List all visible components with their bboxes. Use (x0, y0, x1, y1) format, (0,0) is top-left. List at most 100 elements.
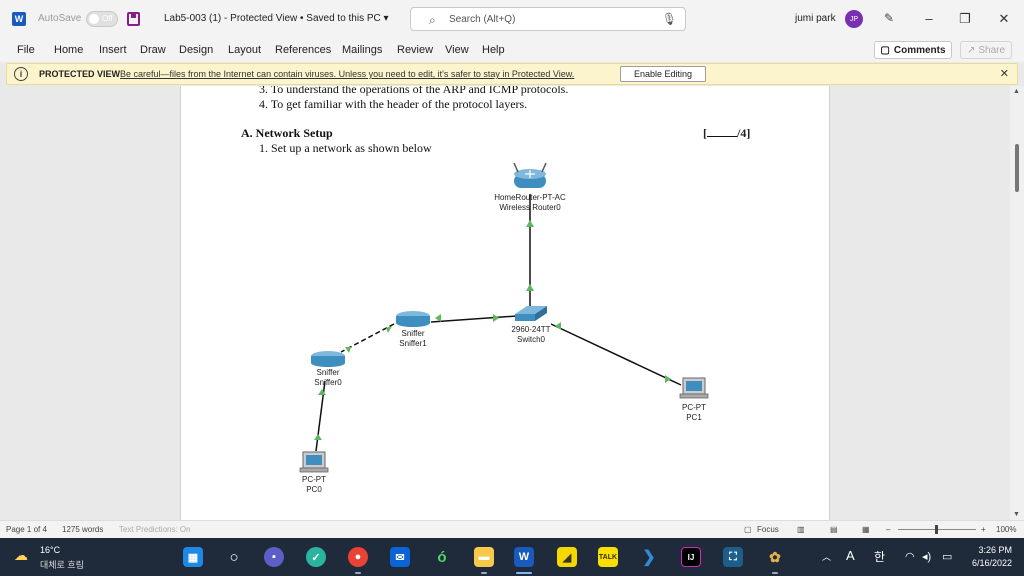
tray-chevron-icon[interactable]: ︿ (822, 550, 831, 563)
page-count[interactable]: Page 1 of 4 (6, 525, 47, 534)
router-icon[interactable] (513, 162, 547, 188)
zoom-out-icon[interactable]: – (886, 525, 890, 534)
app-icon[interactable]: ✓ (306, 547, 326, 567)
mail-icon[interactable]: ✉ (390, 547, 410, 567)
menu-review[interactable]: Review (397, 44, 433, 56)
search-taskbar-icon[interactable]: ○ (224, 547, 244, 567)
share-icon: ↗ (966, 44, 976, 56)
word-count[interactable]: 1275 words (62, 525, 103, 534)
running-indicator (772, 572, 778, 574)
taskbar: ☁ 16°C 대체로 흐림 ▦ ○ ▪ ✓ ● ✉ ó ▬ W ◢ TALK ❯… (0, 538, 1024, 576)
sticky-notes-icon[interactable]: ◢ (557, 547, 577, 567)
volume-icon[interactable]: ◂) (922, 550, 931, 563)
port-indicator (386, 326, 392, 333)
app-green-icon[interactable]: ó (432, 547, 452, 567)
weather-condition[interactable]: 대체로 흐림 (40, 558, 84, 571)
active-indicator (516, 572, 532, 574)
sniffer0-name-label: Sniffer0 (314, 378, 342, 387)
language-indicator[interactable]: A (846, 548, 855, 563)
focus-label[interactable]: Focus (757, 525, 779, 534)
port-indicator (665, 375, 671, 383)
menu-layout[interactable]: Layout (228, 44, 261, 56)
text-predictions[interactable]: Text Predictions: On (119, 525, 191, 534)
menu-draw[interactable]: Draw (140, 44, 166, 56)
scrollbar-thumb[interactable] (1015, 144, 1019, 192)
menu-view[interactable]: View (445, 44, 469, 56)
app-gear-icon[interactable]: ✿ (765, 547, 785, 567)
chat-icon[interactable]: ▪ (264, 547, 284, 567)
network-diagram: HomeRouter-PT-AC Wireless Router0 2960-2… (299, 162, 709, 494)
enable-editing-button[interactable]: Enable Editing (620, 66, 706, 82)
menu-references[interactable]: References (275, 44, 331, 56)
file-explorer-icon[interactable]: ▬ (474, 547, 494, 567)
weather-icon[interactable]: ☁ (14, 547, 28, 564)
running-indicator (481, 572, 487, 574)
document-area: 3. To understand the operations of the A… (0, 86, 1010, 520)
ime-indicator[interactable]: 한 (874, 548, 885, 565)
zoom-in-icon[interactable]: + (981, 525, 986, 534)
search-box[interactable]: ⌕ Search (Alt+Q) 🎙 (410, 7, 686, 31)
zoom-level[interactable]: 100% (996, 525, 1016, 534)
pc0-icon[interactable] (299, 451, 329, 473)
comments-button[interactable]: ▢ Comments (874, 41, 952, 59)
microphone-icon[interactable]: 🎙 (662, 12, 677, 26)
print-layout-icon[interactable]: ▤ (830, 525, 838, 534)
autosave-toggle[interactable]: Off (86, 11, 118, 27)
word-taskbar-icon[interactable]: W (514, 547, 534, 567)
clock-date[interactable]: 6/16/2022 (960, 558, 1012, 568)
menu-mailings[interactable]: Mailings (342, 44, 382, 56)
menu-design[interactable]: Design (179, 44, 213, 56)
vertical-scrollbar[interactable]: ▲ ▼ (1010, 86, 1024, 520)
sniffer1-icon[interactable] (396, 311, 430, 327)
sniffer0-icon[interactable] (311, 351, 345, 367)
protected-view-message[interactable]: Be careful—files from the Internet can c… (120, 69, 574, 79)
avatar[interactable]: JP (845, 10, 863, 28)
word-logo-icon: W (12, 12, 26, 26)
link-switch-pc1 (550, 323, 682, 386)
start-icon[interactable]: ▦ (183, 547, 203, 567)
comments-label: Comments (893, 44, 946, 56)
port-indicator (345, 347, 351, 353)
kakaotalk-icon[interactable]: TALK (598, 547, 618, 567)
close-button[interactable]: ✕ (993, 8, 1015, 30)
temperature[interactable]: 16°C (40, 545, 60, 555)
info-icon: i (14, 67, 28, 81)
menu-file[interactable]: File (17, 44, 35, 56)
switch-icon[interactable] (515, 306, 547, 321)
link-sniffer1-switch (430, 315, 518, 323)
pen-icon[interactable]: ✎ (884, 11, 894, 25)
menu-home[interactable]: Home (54, 44, 83, 56)
zoom-slider-thumb[interactable] (935, 525, 938, 534)
pc1-type-label: PC-PT (682, 403, 706, 412)
minimize-button[interactable]: – (918, 8, 940, 30)
focus-icon[interactable]: ▢ (744, 525, 752, 534)
router-type-label: HomeRouter-PT-AC (494, 193, 566, 202)
intellij-icon[interactable]: IJ (681, 547, 701, 567)
protected-view-bar: i PROTECTED VIEW Be careful—files from t… (6, 63, 1018, 85)
share-button[interactable]: ↗ Share (960, 41, 1012, 59)
title-bar: W AutoSave Off Lab5-003 (1) - Protected … (0, 0, 1024, 38)
wifi-icon[interactable]: ◠ (905, 550, 915, 563)
clock-time[interactable]: 3:26 PM (960, 545, 1012, 555)
web-layout-icon[interactable]: ▦ (862, 525, 870, 534)
scroll-up-icon[interactable]: ▲ (1013, 88, 1020, 95)
battery-icon[interactable]: ▭ (942, 550, 952, 563)
autosave-label: AutoSave (38, 13, 82, 24)
pc1-icon[interactable] (679, 377, 709, 399)
sniffer1-name-label: Sniffer1 (399, 339, 427, 348)
menu-help[interactable]: Help (482, 44, 505, 56)
switch-type-label: 2960-24TT (511, 325, 550, 334)
document-page[interactable]: 3. To understand the operations of the A… (180, 86, 830, 520)
read-mode-icon[interactable]: ▥ (797, 525, 805, 534)
pc1-name-label: PC1 (686, 413, 702, 422)
menu-insert[interactable]: Insert (99, 44, 127, 56)
chrome-icon[interactable]: ● (348, 547, 368, 567)
close-icon[interactable]: ✕ (1000, 67, 1009, 80)
save-icon[interactable] (127, 12, 140, 26)
restore-button[interactable]: ❐ (954, 8, 976, 30)
scroll-down-icon[interactable]: ▼ (1013, 511, 1020, 518)
document-title[interactable]: Lab5-003 (1) - Protected View • Saved to… (164, 13, 389, 24)
vscode-icon[interactable]: ❯ (639, 547, 659, 567)
user-name[interactable]: jumi park (795, 13, 836, 24)
packet-tracer-icon[interactable]: ⛶ (723, 547, 743, 567)
